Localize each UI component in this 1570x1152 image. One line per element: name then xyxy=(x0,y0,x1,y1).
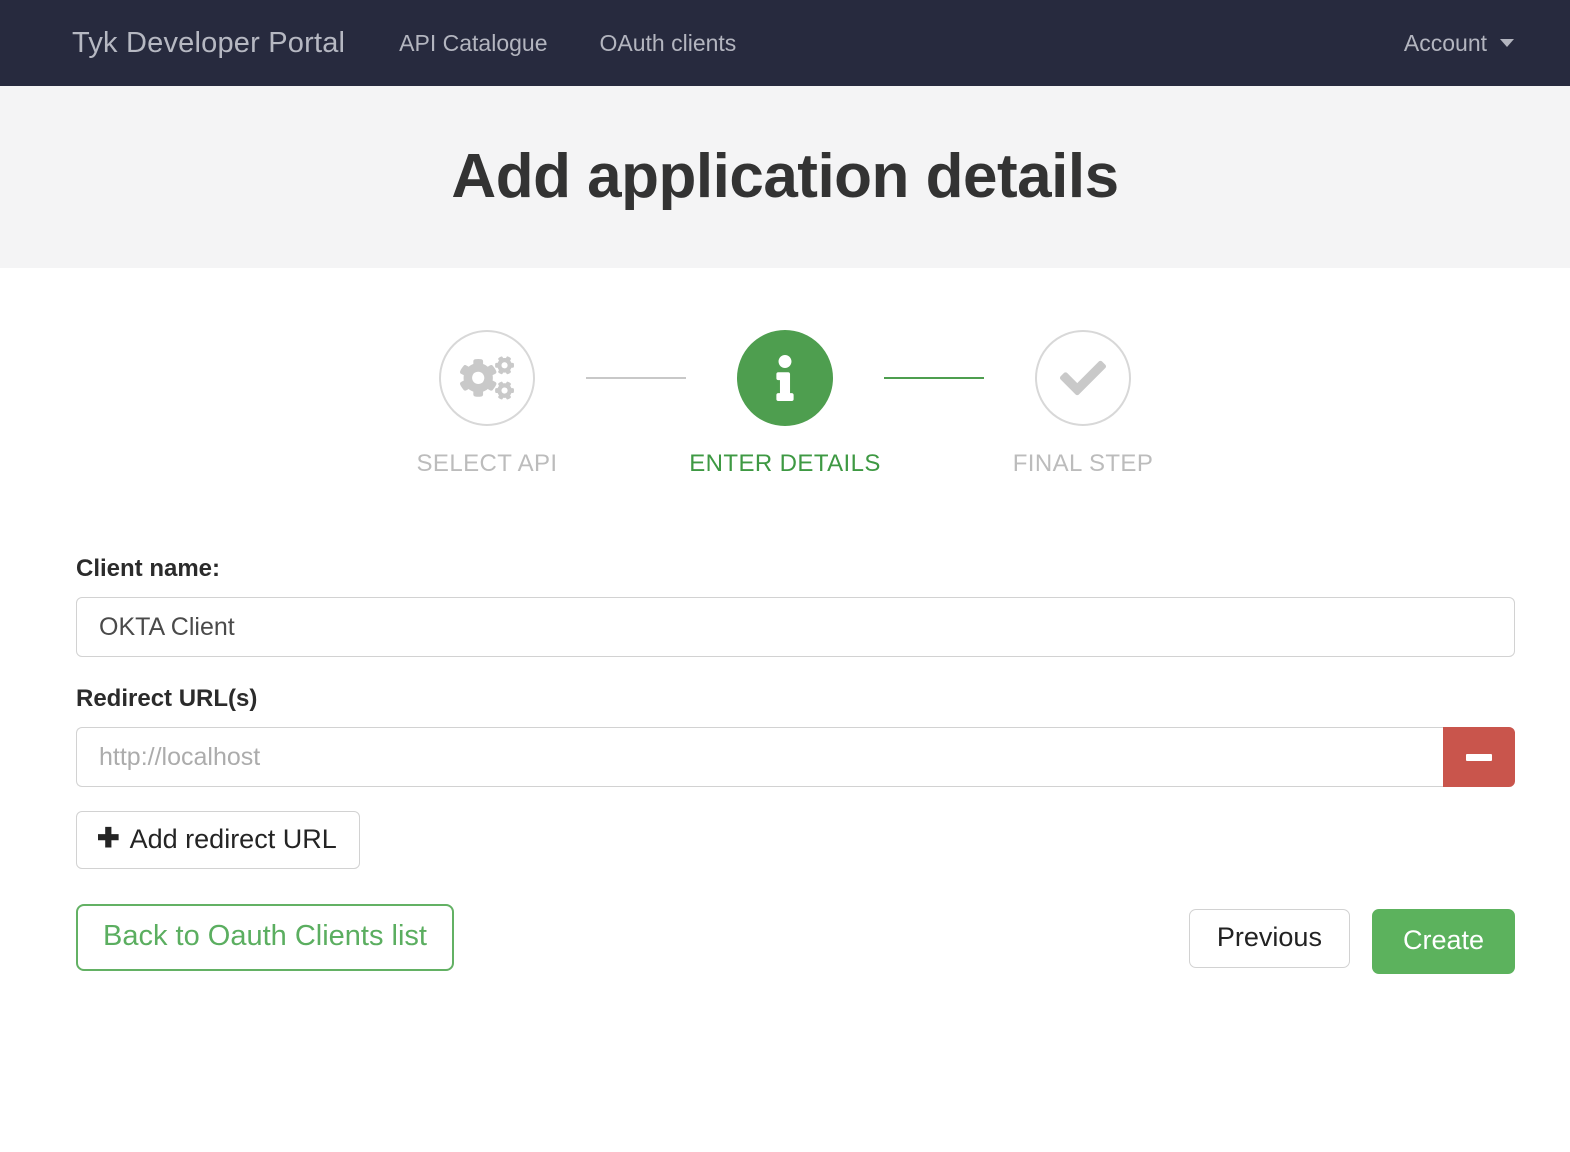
chevron-down-icon xyxy=(1500,39,1514,47)
navbar-right-group: Account xyxy=(1404,30,1514,57)
account-dropdown[interactable]: Account xyxy=(1404,30,1514,57)
client-name-field-group: Client name: xyxy=(76,555,1515,657)
account-label: Account xyxy=(1403,29,1487,56)
primary-nav: API Catalogue OAuth clients xyxy=(399,30,736,57)
wizard-connector-2 xyxy=(884,377,984,379)
check-icon xyxy=(1060,360,1106,396)
step-label-enter-details: Enter details xyxy=(689,450,881,477)
wizard-step-select-api[interactable]: Select API xyxy=(388,330,586,478)
nav-link-oauth-clients[interactable]: OAuth clients xyxy=(600,30,737,57)
info-icon xyxy=(776,355,794,401)
brand-link[interactable]: Tyk Developer Portal xyxy=(72,27,345,60)
create-button[interactable]: Create xyxy=(1371,909,1515,974)
wizard-progress: Select API Enter details Final s xyxy=(0,268,1570,478)
add-redirect-url-button[interactable]: ✚ Add redirect URL xyxy=(76,811,360,869)
top-navbar: Tyk Developer Portal API Catalogue OAuth… xyxy=(0,0,1570,86)
step-label-select-api: Select API xyxy=(416,450,558,477)
page-title: Add application details xyxy=(451,142,1119,211)
wizard-steps: Select API Enter details Final s xyxy=(388,330,1182,478)
redirect-urls-label: Redirect URL(s) xyxy=(76,685,258,712)
plus-icon: ✚ xyxy=(97,823,120,853)
wizard-step-final-step[interactable]: Final step xyxy=(984,330,1182,478)
step-circle-final-step xyxy=(1035,330,1131,426)
redirect-urls-field-group: Redirect URL(s) xyxy=(76,685,1515,787)
main-content: Select API Enter details Final s xyxy=(0,268,1570,974)
add-redirect-url-label: Add redirect URL xyxy=(129,824,337,854)
step-label-final-step: Final step xyxy=(1012,450,1154,477)
client-name-label: Client name: xyxy=(76,555,221,582)
application-details-form: Client name: Redirect URL(s) ✚ Add redir… xyxy=(0,478,1570,974)
nav-link-api-catalogue[interactable]: API Catalogue xyxy=(399,30,547,57)
form-actions-right: Previous Create xyxy=(1188,904,1515,974)
redirect-url-row xyxy=(76,727,1515,787)
wizard-step-enter-details[interactable]: Enter details xyxy=(686,330,884,478)
wizard-connector-1 xyxy=(586,377,686,379)
cogs-icon xyxy=(460,356,514,400)
redirect-url-input[interactable] xyxy=(76,727,1443,787)
step-circle-select-api xyxy=(439,330,535,426)
previous-button[interactable]: Previous xyxy=(1188,909,1350,968)
remove-redirect-url-button[interactable] xyxy=(1443,727,1515,787)
page-header-banner: Add application details xyxy=(0,86,1570,268)
step-circle-enter-details xyxy=(737,330,833,426)
form-actions: Back to Oauth Clients list Previous Crea… xyxy=(76,904,1515,974)
client-name-input[interactable] xyxy=(76,597,1515,657)
minus-icon xyxy=(1466,753,1492,761)
back-to-oauth-clients-button[interactable]: Back to Oauth Clients list xyxy=(76,904,454,971)
